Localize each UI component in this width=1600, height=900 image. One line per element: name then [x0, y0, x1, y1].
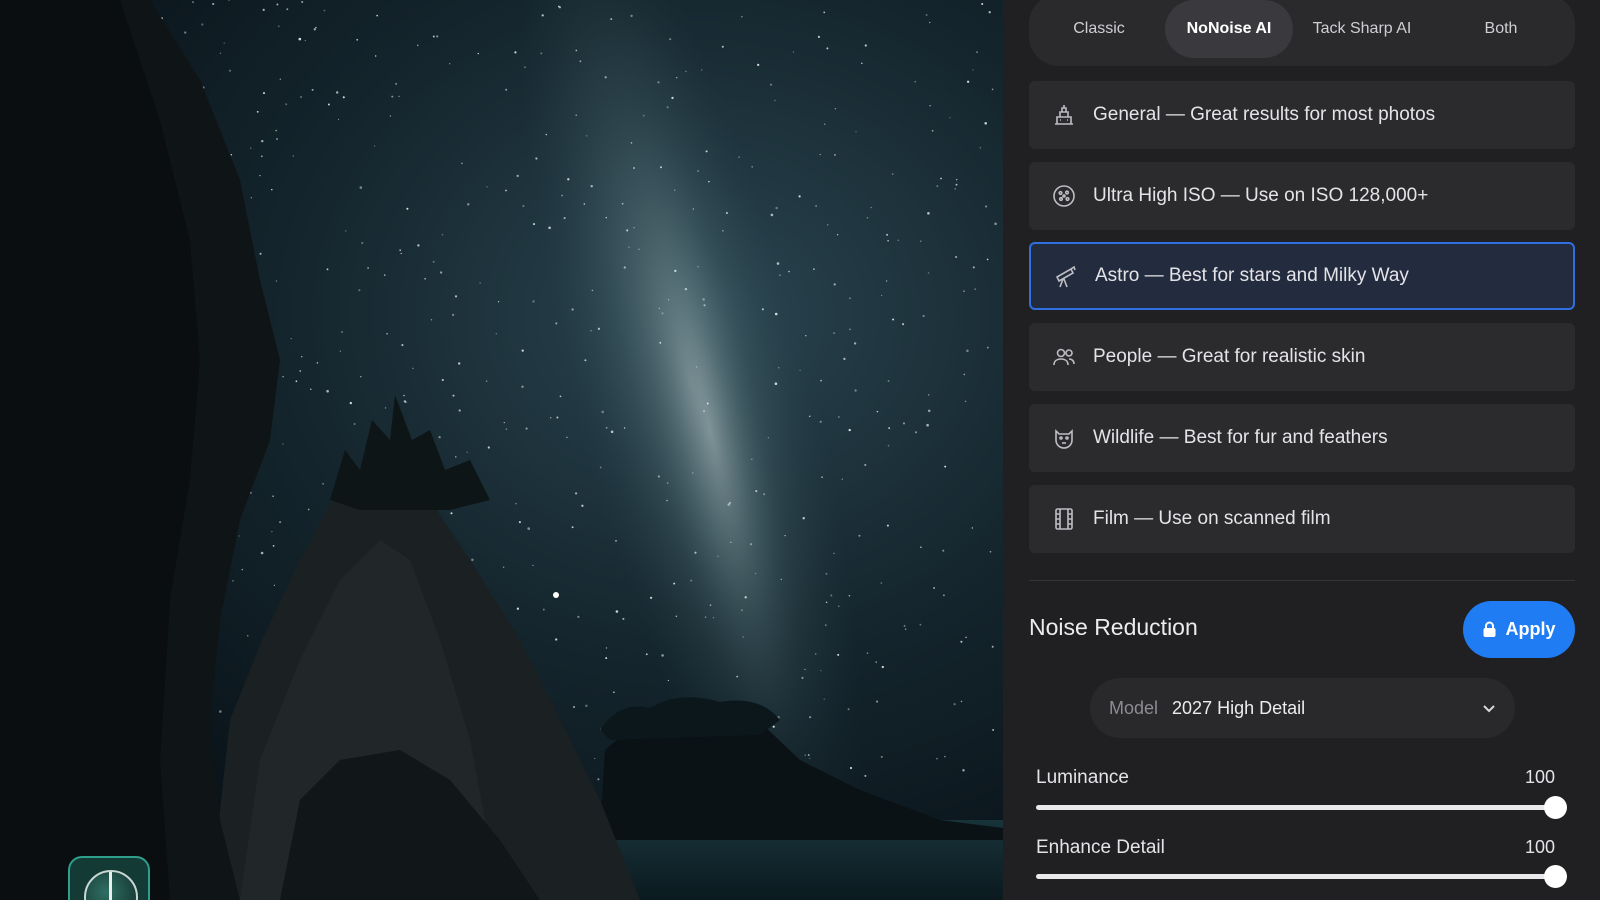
enhance-detail-label: Enhance Detail: [1036, 837, 1165, 858]
preset-label: Ultra High ISO — Use on ISO 128,000+: [1093, 185, 1429, 206]
apply-button[interactable]: Apply: [1463, 601, 1575, 658]
luminance-slider-thumb[interactable]: [1544, 796, 1567, 819]
film-strip-icon: [1049, 504, 1079, 534]
enhance-detail-slider[interactable]: [1036, 865, 1567, 888]
section-divider: [1029, 580, 1575, 581]
landmark-icon: [1049, 100, 1079, 130]
milky-way-landscape-image: [0, 0, 1003, 900]
model-dropdown[interactable]: Model 2027 High Detail: [1090, 678, 1515, 738]
enhance-detail-value: 100: [1524, 837, 1555, 857]
luminance-label: Luminance: [1036, 767, 1129, 788]
preset-label: Astro — Best for stars and Milky Way: [1095, 265, 1409, 286]
apply-label: Apply: [1505, 619, 1556, 639]
photo-canvas[interactable]: [0, 0, 1003, 900]
app-logo-badge[interactable]: [68, 856, 150, 900]
luminance-slider[interactable]: [1036, 796, 1567, 819]
chevron-down-icon: [1483, 705, 1495, 713]
preset-label: Film — Use on scanned film: [1093, 508, 1331, 529]
preset-wildlife[interactable]: Wildlife — Best for fur and feathers: [1029, 404, 1575, 472]
telescope-icon: [1051, 261, 1081, 291]
preset-astro[interactable]: Astro — Best for stars and Milky Way: [1029, 242, 1575, 310]
noise-reduction-title: Noise Reduction: [1029, 614, 1198, 640]
animal-head-icon: [1049, 423, 1079, 453]
luminance-slider-fill: [1036, 805, 1556, 810]
preset-ultra-high-iso[interactable]: Ultra High ISO — Use on ISO 128,000+: [1029, 162, 1575, 230]
app-logo-divider: [109, 872, 112, 900]
preset-film[interactable]: Film — Use on scanned film: [1029, 485, 1575, 553]
settings-panel: Classic NoNoise AI Tack Sharp AI Both Ge…: [1003, 0, 1600, 900]
model-key-label: Model: [1109, 697, 1159, 718]
preset-label: General — Great results for most photos: [1093, 104, 1436, 125]
iso-dial-icon: [1049, 181, 1079, 211]
enhance-detail-slider-thumb[interactable]: [1544, 865, 1567, 888]
tab-tack-sharp-ai[interactable]: Tack Sharp AI: [1297, 0, 1427, 58]
people-icon: [1049, 342, 1079, 372]
tab-nonoise-ai[interactable]: NoNoise AI: [1165, 0, 1293, 58]
tab-both[interactable]: Both: [1449, 0, 1553, 58]
enhance-detail-slider-fill: [1036, 874, 1556, 879]
preset-people[interactable]: People — Great for realistic skin: [1029, 323, 1575, 391]
mode-segmented-control: Classic NoNoise AI Tack Sharp AI Both: [1029, 0, 1575, 66]
luminance-value: 100: [1524, 767, 1555, 787]
model-value: 2027 High Detail: [1172, 697, 1306, 718]
lock-icon: [1483, 621, 1496, 637]
preset-label: Wildlife — Best for fur and feathers: [1093, 427, 1388, 448]
preset-general[interactable]: General — Great results for most photos: [1029, 81, 1575, 149]
preset-label: People — Great for realistic skin: [1093, 346, 1366, 367]
tab-classic[interactable]: Classic: [1045, 0, 1153, 58]
